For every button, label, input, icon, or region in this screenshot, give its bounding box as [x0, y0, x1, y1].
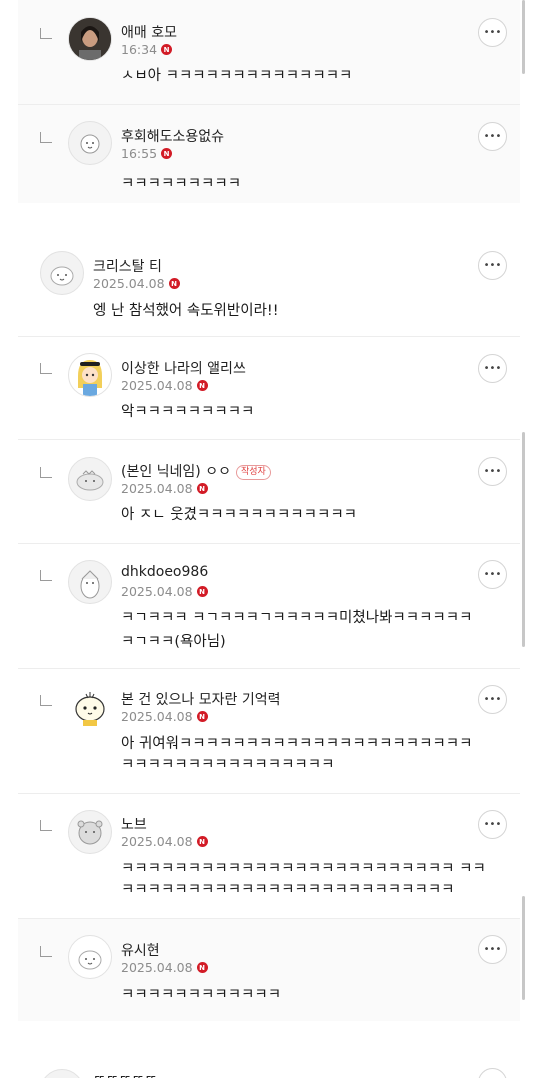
- more-dots-icon: •••: [483, 27, 502, 38]
- comment-text: ㅋㄱㅋㅋ(욕아님): [121, 634, 226, 650]
- comment-date: 16:55 N: [121, 146, 173, 161]
- new-badge-icon: N: [196, 483, 208, 494]
- more-options-button[interactable]: •••: [478, 122, 507, 151]
- author-badge: 작성자: [235, 465, 271, 480]
- scrollbar[interactable]: [522, 432, 525, 647]
- comment-author[interactable]: 후회해도소용없슈: [121, 126, 224, 146]
- comment-date: 16:34 N: [121, 42, 173, 57]
- new-badge-icon: N: [161, 44, 173, 55]
- avatar-character: [75, 692, 105, 726]
- more-options-button[interactable]: •••: [478, 251, 507, 280]
- new-badge-icon: N: [196, 586, 208, 597]
- comment-item: dhkdoeo986 2025.04.08 N ㅋㄱㅋㅋㅋ ㅋㄱㅋㅋㅋㄱㅋㅋㅋㅋ…: [0, 544, 520, 668]
- avatar[interactable]: [68, 810, 112, 854]
- comment-date: 2025.04.08 N: [121, 834, 208, 849]
- comment-author[interactable]: ㄸㄸㄸㄸㄸ: [93, 1070, 157, 1078]
- comment-date: 2025.04.08 N: [121, 709, 208, 724]
- reply-arrow-icon: [40, 363, 52, 374]
- avatar-character: [80, 134, 100, 154]
- more-dots-icon: •••: [483, 944, 502, 955]
- avatar[interactable]: [68, 353, 112, 397]
- new-badge-icon: N: [196, 962, 208, 973]
- more-options-button[interactable]: •••: [478, 18, 507, 47]
- comment-date: 2025.04.08 N: [93, 276, 180, 291]
- comment-text: ㅅㅂ아 ㅋㅋㅋㅋㅋㅋㅋㅋㅋㅋㅋㅋㅋㅋ: [121, 68, 353, 84]
- reply-arrow-icon: [40, 28, 52, 39]
- comment-author[interactable]: 이상한 나라의 앨리쓰: [121, 358, 246, 378]
- comment-date: 2025.04.08 N: [121, 378, 208, 393]
- comment-item: 본 건 있으나 모자란 기억력 2025.04.08 N 아 귀여워ㅋㅋㅋㅋㅋㅋ…: [0, 669, 520, 793]
- avatar[interactable]: [68, 17, 112, 61]
- comment-item: 크리스탈 티 2025.04.08 N 엥 난 참석했어 속도위반이라!! ••…: [0, 240, 520, 336]
- avatar[interactable]: [40, 1069, 84, 1078]
- more-options-button[interactable]: •••: [478, 810, 507, 839]
- avatar[interactable]: [40, 251, 84, 295]
- reply-arrow-icon: [40, 820, 52, 831]
- reply-arrow-icon: [40, 570, 52, 581]
- comment-text: 아 ㅈㄴ 웃겼ㅋㅋㅋㅋㅋㅋㅋㅋㅋㅋㅋㅋ: [121, 507, 357, 523]
- comment-date: 2025.04.08 N: [121, 481, 208, 496]
- more-options-button[interactable]: •••: [478, 354, 507, 383]
- scrollbar[interactable]: [522, 0, 525, 74]
- avatar[interactable]: [68, 121, 112, 165]
- comment-date: 2025.04.08 N: [121, 960, 208, 975]
- avatar-character: [77, 820, 103, 845]
- comment-item: 유시현 2025.04.08 N ㅋㅋㅋㅋㅋㅋㅋㅋㅋㅋㅋㅋ •••: [0, 919, 520, 1021]
- reply-arrow-icon: [40, 467, 52, 478]
- more-options-button[interactable]: •••: [478, 1068, 507, 1078]
- more-dots-icon: •••: [483, 569, 502, 580]
- comment-text: ㅋㅋㅋㅋㅋㅋㅋㅋㅋㅋㅋㅋㅋㅋㅋㅋ: [121, 757, 335, 773]
- comment-item: (본인 닉네임) ㅇㅇ 작성자 2025.04.08 N 아 ㅈㄴ 웃겼ㅋㅋㅋㅋㅋ…: [0, 440, 520, 543]
- comment-text: 악ㅋㅋㅋㅋㅋㅋㅋㅋㅋ: [121, 404, 255, 420]
- avatar-photo: [69, 18, 111, 60]
- new-badge-icon: N: [196, 711, 208, 722]
- avatar[interactable]: [68, 935, 112, 979]
- avatar[interactable]: [68, 685, 112, 729]
- more-dots-icon: •••: [483, 131, 502, 142]
- comment-item: 후회해도소용없슈 16:55 N ㅋㅋㅋㅋㅋㅋㅋㅋㅋ •••: [0, 105, 520, 203]
- new-badge-icon: N: [161, 148, 173, 159]
- comment-item: 애매 호모 16:34 N ㅅㅂ아 ㅋㅋㅋㅋㅋㅋㅋㅋㅋㅋㅋㅋㅋㅋ •••: [0, 0, 520, 104]
- more-options-button[interactable]: •••: [478, 560, 507, 589]
- comment-item: 노브 2025.04.08 N ㅋㅋㅋㅋㅋㅋㅋㅋㅋㅋㅋㅋㅋㅋㅋㅋㅋㅋㅋㅋㅋㅋㅋㅋ…: [0, 794, 520, 918]
- comment-text: 엥 난 참석했어 속도위반이라!!: [93, 303, 279, 319]
- more-dots-icon: •••: [483, 819, 502, 830]
- comment-text: ㅋㄱㅋㅋㅋ ㅋㄱㅋㅋㅋㄱㅋㅋㅋㅋㅋ미쳤나봐ㅋㅋㅋㅋㅋㅋ: [121, 610, 473, 626]
- new-badge-icon: N: [196, 380, 208, 391]
- comment-item: 이상한 나라의 앨리쓰 2025.04.08 N 악ㅋㅋㅋㅋㅋㅋㅋㅋㅋ •••: [0, 337, 520, 439]
- comment-author[interactable]: 유시현: [121, 940, 160, 960]
- comment-author[interactable]: 크리스탈 티: [93, 256, 162, 276]
- comment-text: ㅋㅋㅋㅋㅋㅋㅋㅋㅋ: [121, 176, 242, 192]
- reply-arrow-icon: [40, 946, 52, 957]
- reply-arrow-icon: [40, 695, 52, 706]
- avatar[interactable]: [68, 457, 112, 501]
- comment-text: ㅋㅋㅋㅋㅋㅋㅋㅋㅋㅋㅋㅋ: [121, 987, 282, 1003]
- avatar-alice: [78, 360, 102, 396]
- comment-author[interactable]: dhkdoeo986: [121, 564, 208, 580]
- avatar-character: [80, 570, 100, 599]
- more-dots-icon: •••: [483, 694, 502, 705]
- more-dots-icon: •••: [483, 363, 502, 374]
- more-options-button[interactable]: •••: [478, 685, 507, 714]
- comment-author[interactable]: 노브: [121, 814, 147, 834]
- scrollbar[interactable]: [522, 896, 525, 1000]
- comment-author[interactable]: (본인 닉네임) ㅇㅇ 작성자: [121, 461, 271, 481]
- avatar-character: [76, 470, 104, 491]
- more-options-button[interactable]: •••: [478, 935, 507, 964]
- more-dots-icon: •••: [483, 260, 502, 271]
- more-options-button[interactable]: •••: [478, 457, 507, 486]
- comment-date: 2025.04.08 N: [121, 584, 208, 599]
- comment-author[interactable]: 애매 호모: [121, 22, 177, 42]
- comment-text: ㅋㅋㅋㅋㅋㅋㅋㅋㅋㅋㅋㅋㅋㅋㅋㅋㅋㅋㅋㅋㅋㅋㅋㅋㅋ: [121, 882, 455, 898]
- reply-arrow-icon: [40, 132, 52, 143]
- avatar-character: [78, 950, 102, 970]
- more-dots-icon: •••: [483, 466, 502, 477]
- new-badge-icon: N: [196, 836, 208, 847]
- avatar[interactable]: [68, 560, 112, 604]
- new-badge-icon: N: [168, 278, 180, 289]
- avatar-character: [50, 266, 74, 286]
- comment-item: ㄸㄸㄸㄸㄸ •••: [0, 1058, 520, 1078]
- comment-author[interactable]: 본 건 있으나 모자란 기억력: [121, 689, 280, 709]
